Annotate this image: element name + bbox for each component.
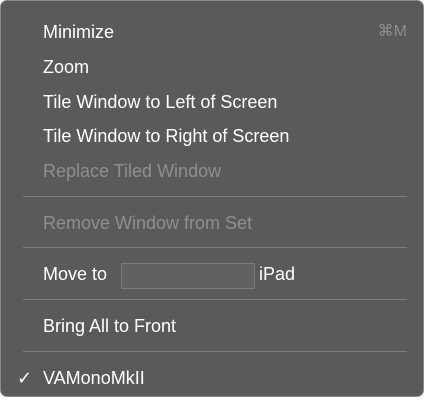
menu-item-tile-left[interactable]: Tile Window to Left of Screen — [1, 85, 423, 119]
menu-separator — [23, 299, 407, 300]
menu-item-window-vamonomkii[interactable]: ✓ VAMonoMkII — [1, 361, 423, 395]
menu-item-minimize[interactable]: Minimize ⌘M — [1, 15, 423, 49]
checkmark-icon: ✓ — [17, 368, 33, 388]
minimize-shortcut: ⌘M — [377, 23, 407, 40]
menu-item-replace-tiled: Replace Tiled Window — [1, 154, 423, 188]
menu-separator — [23, 196, 407, 197]
menu-item-tile-right[interactable]: Tile Window to Right of Screen — [1, 119, 423, 153]
menu-item-minimize-label: Minimize — [43, 22, 115, 42]
menu-item-tile-left-label: Tile Window to Left of Screen — [43, 92, 278, 112]
menu-separator — [23, 247, 407, 248]
menu-item-replace-tiled-label: Replace Tiled Window — [43, 161, 222, 181]
window-menu: Minimize ⌘M Zoom Tile Window to Left of … — [0, 0, 424, 397]
menu-item-bring-all-to-front-label: Bring All to Front — [43, 316, 177, 336]
menu-item-remove-from-set-label: Remove Window from Set — [43, 213, 253, 233]
move-to-destination-field[interactable] — [121, 263, 255, 289]
menu-item-move-to-label: Move to — [43, 264, 108, 284]
menu-item-tile-right-label: Tile Window to Right of Screen — [43, 126, 290, 146]
menu-item-bring-all-to-front[interactable]: Bring All to Front — [1, 309, 423, 343]
menu-item-zoom[interactable]: Zoom — [1, 50, 423, 84]
menu-item-zoom-label: Zoom — [43, 57, 90, 77]
menu-separator — [23, 351, 407, 352]
menu-item-move-to[interactable]: Move to iPad — [1, 257, 423, 291]
menu-item-window-label: VAMonoMkII — [43, 368, 145, 388]
move-to-destination-label: iPad — [259, 264, 296, 284]
menu-item-remove-from-set: Remove Window from Set — [1, 206, 423, 240]
